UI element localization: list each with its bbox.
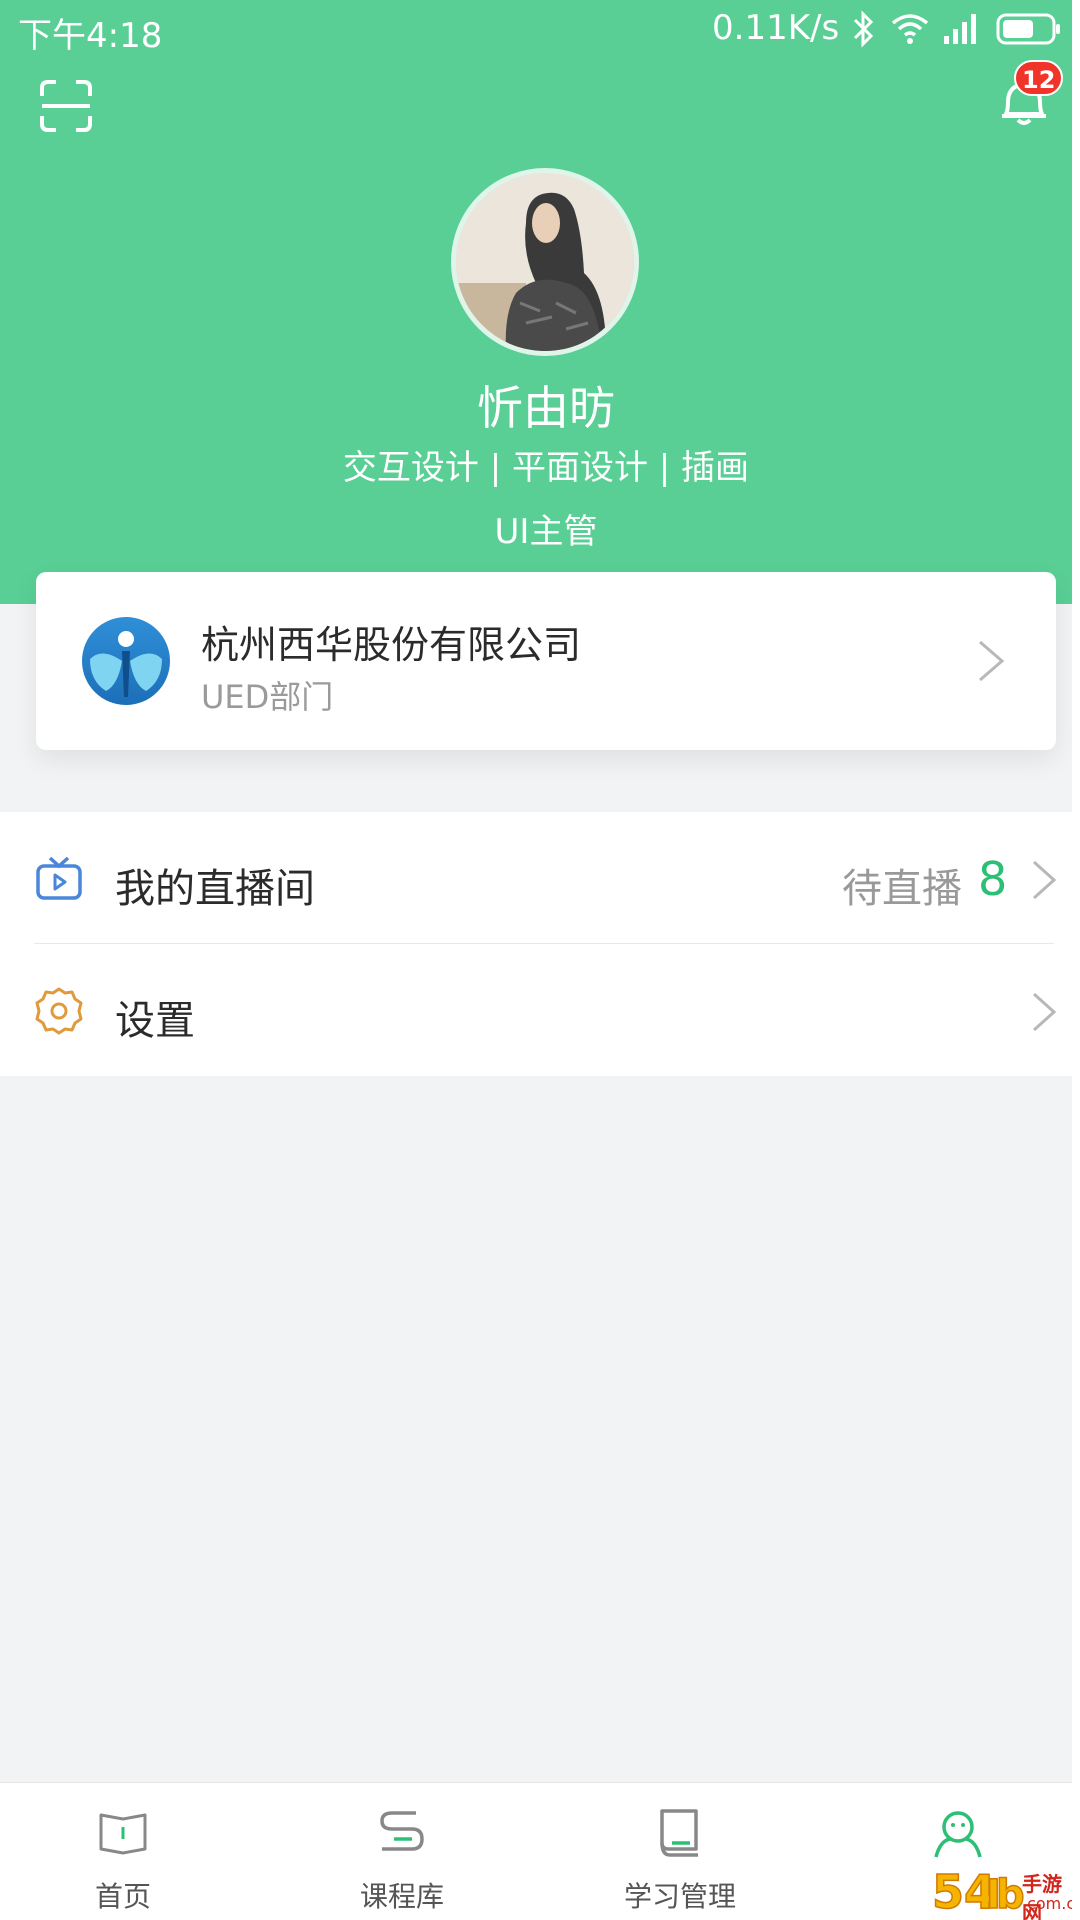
book-icon bbox=[99, 1813, 147, 1855]
profile-title: UI主管 bbox=[494, 512, 598, 552]
edge-strip bbox=[1072, 0, 1080, 1920]
avatar-photo bbox=[456, 173, 634, 351]
menu-item-live-room[interactable]: 我的直播间 待直播 8 bbox=[0, 812, 1080, 944]
tab-study-management[interactable]: 学习管理 bbox=[600, 1783, 760, 1920]
company-name: 杭州西华股份有限公司 bbox=[201, 623, 582, 667]
company-logo bbox=[82, 617, 170, 705]
bluetooth-icon bbox=[853, 10, 874, 48]
notification-badge: 12 bbox=[1014, 60, 1064, 96]
company-card[interactable]: 杭州西华股份有限公司 UED部门 bbox=[36, 572, 1056, 750]
battery-icon bbox=[996, 13, 1060, 45]
tab-label-home: 首页 bbox=[94, 1880, 151, 1913]
course-library-icon bbox=[380, 1811, 424, 1851]
profile-screen: 下午4:18 0.11K/s 12 忻由昉 交互设计 | 平面设计 | 插画 U… bbox=[0, 0, 1080, 1920]
bottom-tab-bar: 首页 课程库 学习管理 bbox=[0, 1782, 1080, 1920]
pending-live-label: 待直播 bbox=[842, 866, 962, 912]
watermark-logo: 54 I b 手游网 .com.cn bbox=[930, 1858, 1080, 1920]
study-management-icon bbox=[660, 1809, 698, 1857]
scan-icon bbox=[40, 80, 92, 132]
pending-live-count: 8 bbox=[978, 852, 1008, 906]
tab-home[interactable]: 首页 bbox=[43, 1783, 203, 1920]
menu-label-live-room: 我的直播间 bbox=[115, 866, 315, 912]
tv-icon bbox=[36, 856, 82, 900]
menu-list: 我的直播间 待直播 8 设置 bbox=[0, 812, 1080, 1076]
tab-label-course-library: 课程库 bbox=[359, 1880, 444, 1913]
profile-name: 忻由昉 bbox=[477, 381, 615, 435]
svg-text:b: b bbox=[996, 1872, 1025, 1918]
profile-tags: 交互设计 | 平面设计 | 插画 bbox=[342, 448, 750, 488]
signal-icon bbox=[944, 14, 976, 44]
status-bar: 下午4:18 0.11K/s bbox=[0, 0, 1080, 58]
menu-item-settings[interactable]: 设置 bbox=[0, 944, 1080, 1076]
chevron-right-icon bbox=[1032, 992, 1057, 1032]
user-icon bbox=[934, 1811, 982, 1858]
gear-icon bbox=[35, 987, 83, 1035]
status-time: 下午4:18 bbox=[18, 16, 163, 56]
tab-label-study-management: 学习管理 bbox=[623, 1880, 736, 1913]
menu-label-settings: 设置 bbox=[115, 998, 195, 1044]
chevron-right-icon bbox=[1032, 860, 1057, 900]
chevron-right-icon bbox=[979, 640, 1005, 682]
company-department: UED部门 bbox=[201, 678, 334, 716]
tab-course-library[interactable]: 课程库 bbox=[322, 1783, 482, 1920]
network-speed: 0.11K/s bbox=[712, 8, 840, 48]
wifi-icon bbox=[891, 14, 929, 44]
avatar[interactable] bbox=[451, 168, 639, 356]
scan-button[interactable] bbox=[38, 78, 94, 134]
